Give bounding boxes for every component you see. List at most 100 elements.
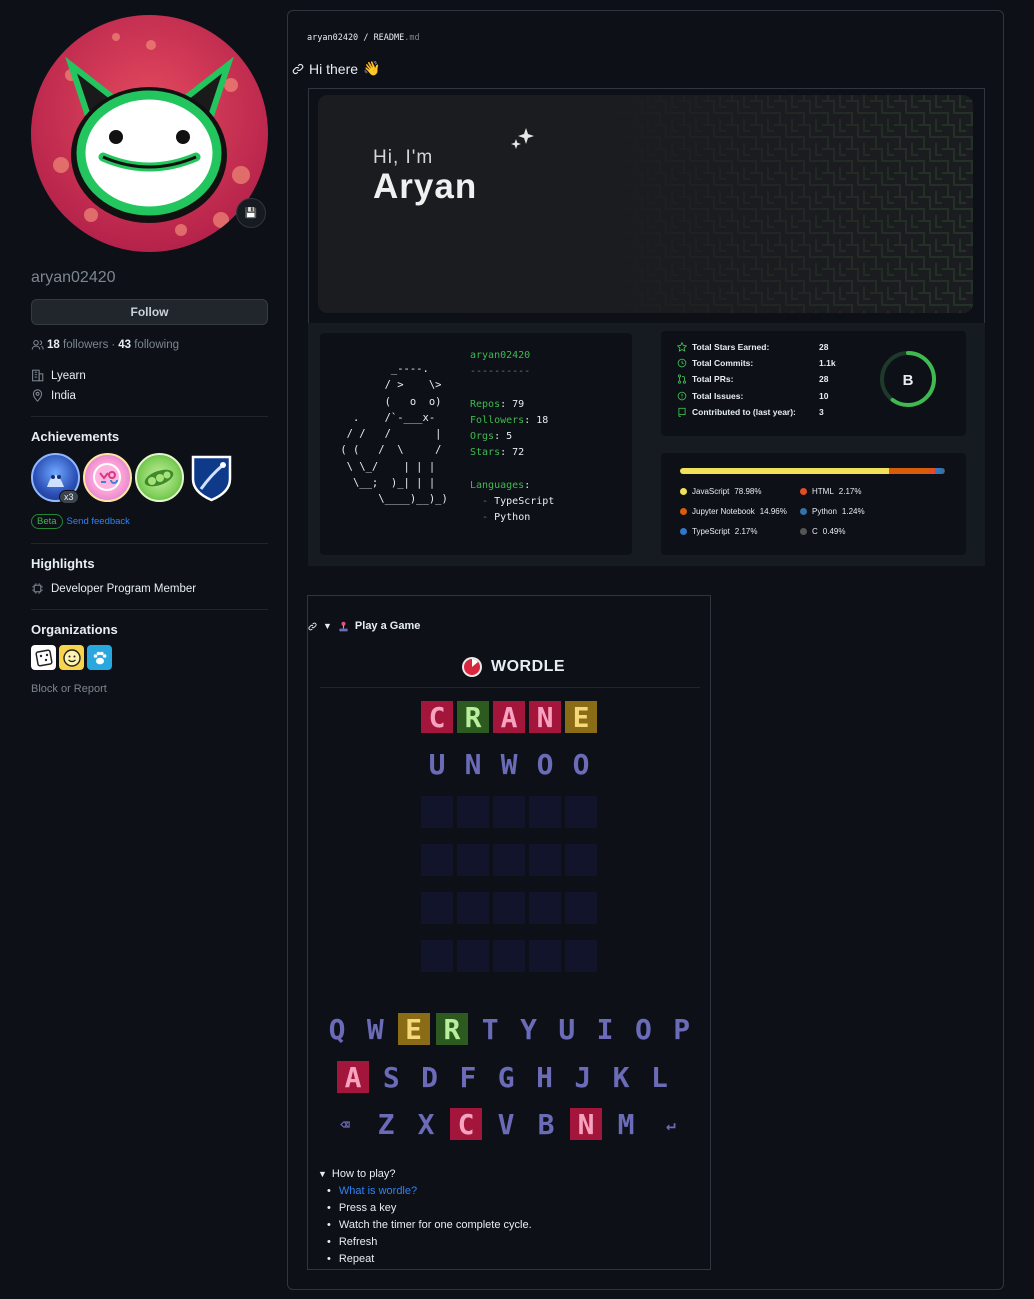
status-emoji-button[interactable]: 💾 [236,198,266,228]
star-icon [677,342,687,352]
backspace-key[interactable]: ⌫ [324,1108,366,1140]
keyboard-key[interactable]: S [375,1061,407,1094]
language-bar [680,468,945,474]
language-percent: 2.17% [838,487,862,496]
language-item: TypeScript [494,495,555,507]
game-summary[interactable]: ▼ Play a Game [308,620,420,632]
followers-label: Followers [470,414,525,426]
stars-value: 72 [512,447,525,459]
repos-label: Repos [470,398,501,410]
block-or-report-link[interactable]: Block or Report [31,683,268,695]
link-icon[interactable] [308,622,317,631]
keyboard-key[interactable]: B [530,1108,562,1141]
yolo-icon [93,463,121,491]
keyboard-key[interactable]: K [605,1061,637,1094]
stat-value: 28 [819,342,829,352]
keyboard-key[interactable]: R [435,1013,468,1046]
shield-icon [191,455,232,502]
keyboard-key[interactable]: J [567,1061,599,1094]
language-dot [800,528,807,535]
hero-banner: Hi, I'm Aryan [318,95,973,313]
keyboard-key[interactable]: P [666,1013,698,1046]
send-feedback-link[interactable]: Send feedback [67,516,130,527]
breadcrumb-file[interactable]: README [374,33,405,43]
language-dot [680,488,687,495]
language-dot [800,508,807,515]
avatar[interactable] [31,15,268,252]
keyboard-key[interactable]: U [551,1013,583,1046]
repos-value: 79 [512,398,525,410]
stat-value: 1.1k [819,358,836,368]
breadcrumb-user[interactable]: aryan02420 [307,33,358,43]
pair-extraordinaire-badge[interactable] [135,453,184,502]
wordle-empty-tile [493,940,525,972]
breadcrumb-extension: .md [404,33,420,43]
keyboard-key[interactable]: I [589,1013,621,1046]
keyboard-key[interactable]: Z [370,1108,402,1141]
keyboard-key[interactable]: M [610,1108,642,1141]
highlights-heading: Highlights [31,556,95,571]
keyboard-key[interactable]: L [643,1061,675,1094]
howto-step: Press a key [338,1202,397,1214]
how-to-play-summary[interactable]: ▼ How to play? [318,1168,532,1180]
keyboard-key[interactable]: N [570,1108,602,1141]
org-avatar[interactable] [59,645,84,670]
howto-step: Watch the timer for one complete cycle. [338,1219,532,1231]
yolo-badge[interactable] [83,453,132,502]
following-link[interactable]: 43 following [118,339,179,351]
org-avatar[interactable] [87,645,112,670]
keyboard-key[interactable]: W [359,1013,391,1046]
wordle-empty-tile [565,844,597,876]
repo-icon [678,407,686,417]
keyboard-key[interactable]: V [490,1108,522,1141]
follow-button[interactable]: Follow [31,299,268,325]
language-name: HTML [812,487,834,496]
neofetch-user: aryan02420 [470,350,531,361]
keyboard-key[interactable]: E [397,1013,430,1046]
language-bar-segment [889,468,929,474]
heading-text: Hi there [309,60,359,77]
following-word: following [134,339,179,351]
keyboard-key[interactable]: F [452,1061,484,1094]
company-name[interactable]: Lyearn [51,370,86,382]
language-entry: HTML 2.17% [800,487,861,496]
followers-count: 18 [47,339,60,351]
link-icon[interactable] [292,63,304,75]
wave-emoji: 👋 [363,60,381,76]
keyboard-key[interactable]: Y [513,1013,545,1046]
wordle-empty-tile [565,796,597,828]
keyboard-key[interactable]: Q [321,1013,353,1046]
organization-list [31,645,268,670]
starstruck-badge[interactable] [187,453,236,502]
howto-step: Repeat [338,1253,375,1265]
orgs-value: 5 [506,431,513,443]
keyboard-key[interactable]: D [414,1061,446,1094]
divider [320,687,700,688]
org-avatar[interactable] [31,645,56,670]
highlight-label: Developer Program Member [51,582,197,595]
followers-word: followers [63,339,109,351]
language-dot [680,528,687,535]
keyboard-key[interactable]: O [627,1013,659,1046]
joystick-icon [339,621,348,631]
what-is-wordle-link[interactable]: What is wordle? [339,1183,417,1200]
divider [31,416,268,417]
enter-key[interactable]: ↵ [650,1108,692,1140]
language-entry: C 0.49% [800,527,845,536]
beta-label: Beta [31,514,63,529]
keyboard-key[interactable]: C [450,1108,482,1141]
keyboard-key[interactable]: A [337,1061,369,1094]
achievements-heading[interactable]: Achievements [31,429,268,444]
hero-name: Aryan [373,167,478,206]
language-name: Jupyter Notebook [692,507,755,516]
keyboard-key[interactable]: G [490,1061,522,1094]
keyboard-key[interactable]: H [529,1061,561,1094]
how-to-play-title: How to play? [331,1168,396,1180]
keyboard-key[interactable]: X [410,1108,442,1141]
language-bar-segment [680,468,890,474]
stat-row-prs: Total PRs: [677,374,733,384]
followers-link[interactable]: 18 followers [47,339,108,351]
keyboard-key[interactable]: T [474,1013,506,1046]
wordle-tile: C [421,701,453,734]
organizations-heading: Organizations [31,622,118,637]
